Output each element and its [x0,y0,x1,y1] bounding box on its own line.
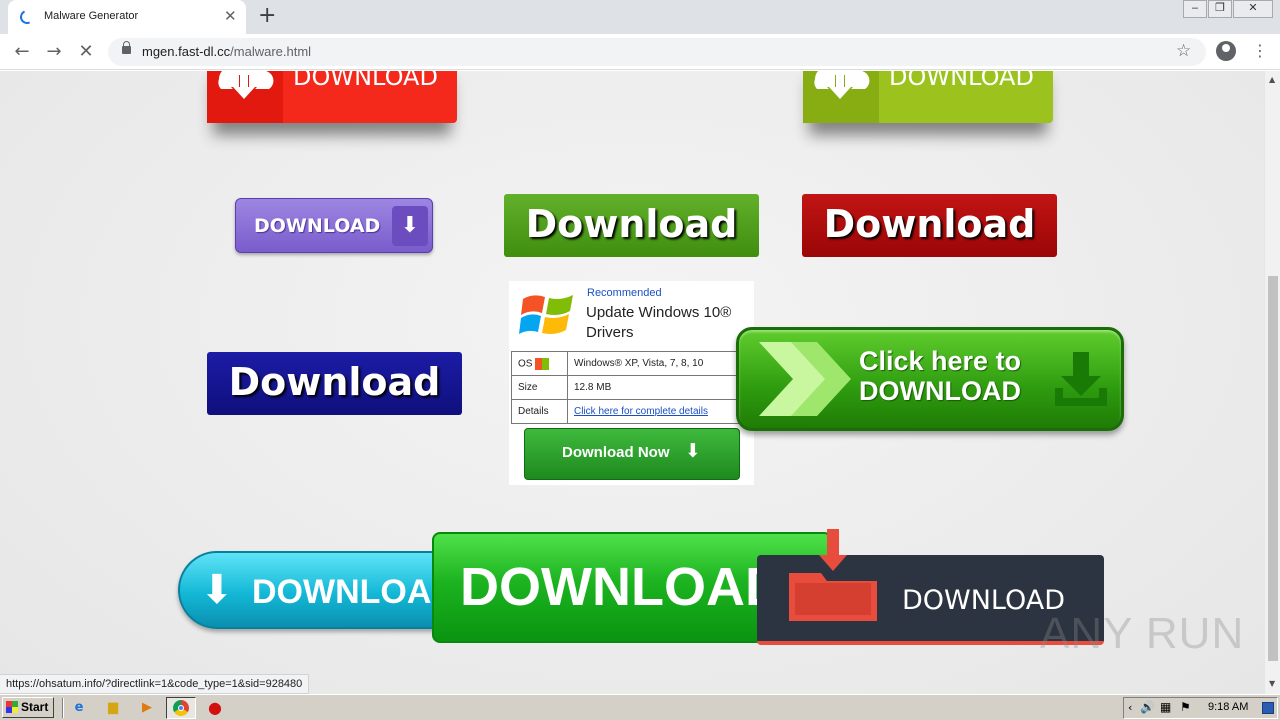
show-desktop-icon[interactable] [1262,702,1274,714]
ad-spec-table: OS Windows® XP, Vista, 7, 8, 10 Size 12.… [511,351,741,424]
tab-malware-generator[interactable]: Malware Generator ✕ [8,0,246,34]
down-arrow-icon: ⬇ [200,567,234,613]
media-player-icon[interactable]: ▶ [138,699,156,717]
table-cell-key: Size [511,375,568,400]
double-chevron-icon [759,342,851,416]
folder-icon[interactable]: ▆ [104,699,122,717]
close-tab-icon[interactable]: ✕ [224,7,237,25]
green-download-label: Download [525,202,738,246]
menu-dots-icon[interactable]: ⋮ [1252,41,1268,61]
red-cloud-download-button[interactable]: DOWNLOAD [207,71,457,123]
chrome-taskbar-icon[interactable] [166,697,196,719]
new-tab-icon[interactable]: + [258,4,276,28]
stop-sign-icon[interactable]: ● [206,699,224,717]
cloud-download-icon [803,71,879,123]
bookmark-star-icon[interactable]: ☆ [1176,41,1191,61]
taskbar-separator [62,698,64,718]
link-status-bar: https://ohsatum.info/?directlink=1&code_… [0,674,310,694]
table-cell-value: Click here for complete details [567,399,741,424]
download-tray-icon [1055,352,1107,406]
action-flag-icon[interactable]: ⚑ [1180,700,1191,714]
start-label: Start [21,700,49,714]
system-tray: ‹ 🔊 ▦ ⚑ 9:18 AM [1123,697,1278,719]
window-minimize-button[interactable]: ‒ [1183,0,1207,18]
lock-icon [122,41,131,54]
red-download-label: Download [823,202,1036,246]
scroll-up-icon[interactable]: ▲ [1269,75,1275,84]
profile-avatar-icon[interactable] [1216,41,1236,61]
table-cell-value: 12.8 MB [567,375,741,400]
ad-recommended-label: Recommended [587,287,662,299]
scroll-down-icon[interactable]: ▼ [1269,679,1275,688]
download-now-button[interactable]: Download Now ⬇ [524,428,740,480]
collapse-tray-icon[interactable]: ‹ [1128,701,1132,714]
driver-update-ad[interactable]: Recommended Update Windows 10® Drivers O… [509,281,754,485]
page-content: DOWNLOAD DOWNLOAD DOWNLOAD ⬇ Download Do… [0,71,1264,694]
table-row: Details Click here for complete details [511,399,741,424]
stop-loading-icon[interactable]: ✕ [74,40,98,64]
chrome-logo-center [178,705,184,711]
windows-flag-icon [6,701,18,713]
big-green-download-label: DOWNLOAD [460,557,784,617]
cloud-download-icon [207,71,283,123]
ie-icon[interactable]: e [70,699,88,717]
forward-arrow-icon[interactable]: → [42,40,66,64]
table-cell-key: Details [511,399,568,424]
click-here-download-button[interactable]: Click here to DOWNLOAD [736,327,1124,431]
window-close-button[interactable]: ✕ [1233,0,1273,18]
scroll-thumb[interactable] [1268,276,1278,661]
red-cloud-label: DOWNLOAD [293,71,438,91]
green-download-button[interactable]: Download [504,194,759,257]
down-arrow-icon: ⬇ [392,206,428,246]
tab-title: Malware Generator [44,10,139,22]
click-here-line2: DOWNLOAD [859,376,1021,406]
url-host: mgen.fast-dl.cc [142,44,231,59]
address-bar[interactable]: mgen.fast-dl.cc/malware.html ☆ [108,38,1206,66]
ad-title: Update Windows 10® Drivers [586,304,732,341]
url-path: /malware.html [230,44,312,59]
chrome-logo-icon [173,700,189,716]
cyan-download-label: DOWNLOAD [252,573,456,611]
anyrun-watermark: ANY RUN [1040,609,1245,658]
taskbar-clock[interactable]: 9:18 AM [1208,701,1248,713]
download-now-label: Download Now [562,444,670,461]
table-cell-key: OS [511,351,568,376]
loading-spinner-icon [18,8,36,26]
volume-icon[interactable]: 🔊 [1140,700,1155,714]
navy-download-label: Download [228,360,441,404]
folder-download-icon [789,529,877,621]
details-link[interactable]: Click here for complete details [574,406,708,417]
back-arrow-icon[interactable]: ← [10,40,34,64]
windows-logo-icon [519,295,573,334]
url-text: mgen.fast-dl.cc/malware.html [142,44,311,59]
red-download-button[interactable]: Download [802,194,1057,257]
down-arrow-icon: ⬇ [685,440,701,462]
network-icon[interactable]: ▦ [1160,700,1171,714]
browser-toolbar: ← → ✕ mgen.fast-dl.cc/malware.html ☆ ⋮ [0,34,1280,70]
click-here-line1: Click here to [859,346,1022,376]
tab-strip: Malware Generator ✕ + ‒ ❐ ✕ [0,0,1280,34]
os-key: OS [518,358,533,370]
table-row: Size 12.8 MB [511,375,741,400]
windows-flag-icon [535,357,550,370]
lime-cloud-label: DOWNLOAD [889,71,1034,91]
window-restore-button[interactable]: ❐ [1208,0,1232,18]
windows-taskbar: Start e ▆ ▶ ● ‹ 🔊 ▦ ⚑ 9:18 AM [0,694,1280,720]
start-button[interactable]: Start [2,697,54,718]
table-row: OS Windows® XP, Vista, 7, 8, 10 [511,351,741,376]
purple-download-label: DOWNLOAD [254,215,381,237]
navy-download-button[interactable]: Download [207,352,462,415]
purple-download-button[interactable]: DOWNLOAD ⬇ [235,198,433,253]
page-scrollbar[interactable]: ▲ ▼ [1264,71,1280,694]
lime-cloud-download-button[interactable]: DOWNLOAD [803,71,1053,123]
table-cell-value: Windows® XP, Vista, 7, 8, 10 [567,351,741,376]
